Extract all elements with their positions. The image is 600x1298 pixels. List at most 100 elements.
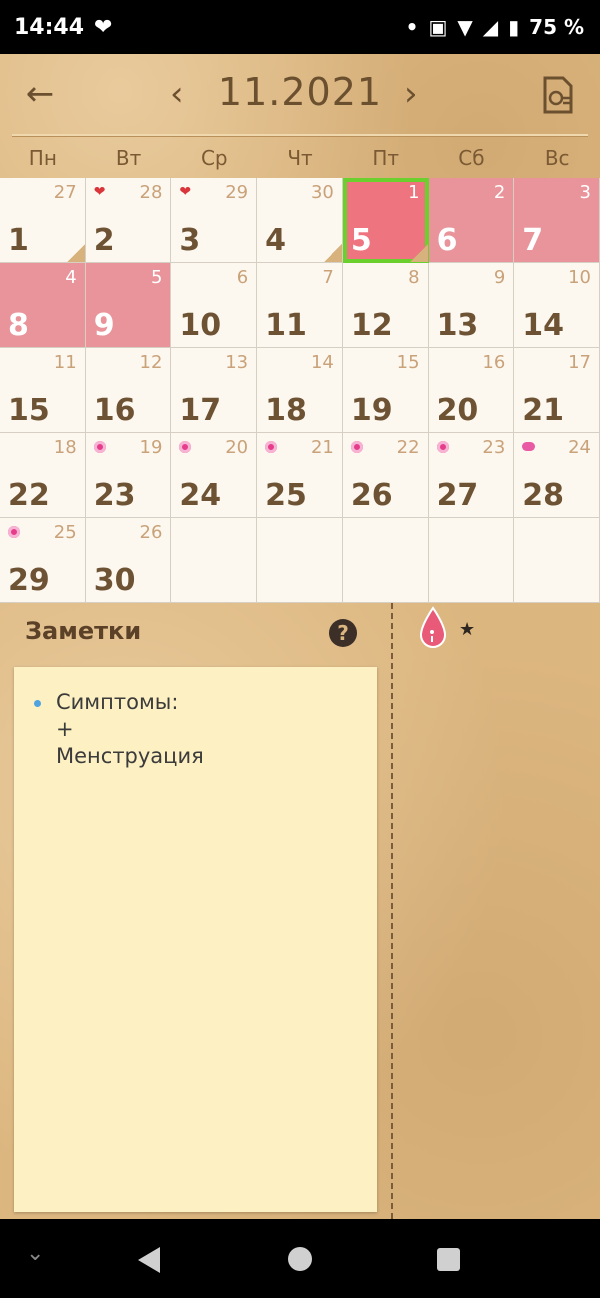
cycle-day: 19 [139,437,163,458]
battery-icon: ▮ [508,15,520,39]
ovulation-icon [522,442,536,451]
day-number: 10 [179,308,222,343]
day-number: 28 [522,478,565,513]
calendar-day[interactable]: 11 15 [0,348,86,433]
nav-home-button[interactable] [288,1247,312,1271]
day-number: 13 [436,308,479,343]
status-bar: 14:44 ❤ • ▣ ▼ ◢ ▮ 75 % [0,0,600,54]
calendar-day[interactable]: 9 13 [428,263,515,348]
day-number: 7 [522,223,544,258]
heart-icon: ❤ [93,184,106,200]
day-number: 6 [436,223,458,258]
calendar-day[interactable]: 21 25 [257,433,343,518]
calendar-day[interactable]: 8 12 [342,263,429,348]
cycle-day: 29 [225,182,249,203]
star-icon[interactable]: ★ [459,619,475,640]
calendar-day[interactable]: 22 26 [342,433,429,518]
note-corner-icon [66,244,85,262]
calendar-day[interactable]: 23 27 [428,433,515,518]
empty-cell [514,518,600,603]
calendar-day[interactable]: 27 1 [0,178,86,263]
calendar-day-selected[interactable]: 15 [342,178,429,263]
day-number: 8 [8,308,29,343]
weekday-label: Ср [200,146,228,170]
calendar-grid: 27 1 ❤ 28 2 ❤ 29 3 30 4 15 26 37 48 59 6 10 7 11… [0,178,600,603]
calendar-day[interactable]: ❤ 28 2 [85,178,172,263]
calendar-day[interactable]: 30 4 [257,178,343,263]
note-card[interactable]: Симптомы: + Менструация [14,667,377,1212]
cycle-day: 4 [65,267,77,288]
notes-panel: Заметки ? ★ Симптомы: + Менструация [0,603,600,1219]
heart-icon: ❤ [94,14,113,40]
cycle-day: 30 [310,182,334,203]
flower-icon [8,526,20,538]
calendar-day-period[interactable]: 26 [428,178,515,263]
day-number: 5 [350,223,372,258]
cycle-day: 8 [408,267,420,288]
cycle-day: 11 [53,352,77,373]
nav-back-button[interactable] [138,1247,160,1273]
calendar-day[interactable]: 17 21 [514,348,600,433]
calendar-day[interactable]: 14 18 [257,348,343,433]
calendar-day[interactable]: 15 19 [342,348,429,433]
calendar-day[interactable]: 13 17 [171,348,258,433]
cycle-day: 1 [408,182,420,203]
flower-icon [436,441,449,453]
nfc-icon: ▣ [428,15,448,39]
wifi-icon: ▼ [457,15,473,39]
day-number: 26 [350,478,393,513]
calendar-day-period[interactable]: 48 [0,263,86,348]
bullet [34,700,41,707]
calendar-day[interactable]: 6 10 [171,263,258,348]
day-number: 2 [93,223,115,258]
day-number: 14 [522,308,565,343]
hide-nav-icon[interactable]: ⌄ [26,1241,44,1266]
empty-cell [257,518,343,603]
day-number: 21 [522,393,565,428]
nav-recents-button[interactable] [437,1248,460,1271]
cycle-day: 24 [568,437,591,458]
day-number: 19 [350,393,393,428]
calendar-day[interactable]: 16 20 [428,348,515,433]
cycle-day: 26 [139,522,163,543]
flower-icon [93,441,106,453]
day-number: 27 [436,478,479,513]
note-corner-icon [323,244,342,262]
cycle-day: 25 [53,522,77,543]
calendar-day[interactable]: 25 29 [0,518,86,603]
dot-icon: • [405,15,419,39]
signal-icon: ◢ [482,15,499,39]
calendar-day-period[interactable]: 37 [514,178,600,263]
weekday-label: Чт [287,146,313,170]
calendar-day[interactable]: 7 11 [257,263,343,348]
heart-icon: ❤ [179,184,192,200]
calendar-day[interactable]: ❤ 29 3 [171,178,258,263]
calendar-day[interactable]: 10 14 [514,263,600,348]
calendar-day-period[interactable]: 59 [85,263,172,348]
system-nav-bar: ⌄ [0,1219,600,1298]
weekday-label: Пн [28,146,57,170]
help-icon[interactable]: ? [329,619,357,647]
header-divider [12,134,588,136]
calendar-day[interactable]: 18 22 [0,433,86,518]
status-time: 14:44 [14,14,85,40]
calendar-day[interactable]: 20 24 [171,433,258,518]
cycle-day: 15 [396,352,420,373]
calendar-day[interactable]: 24 28 [514,433,600,518]
calendar-day[interactable]: 12 16 [85,348,172,433]
next-month-button[interactable]: › [404,76,418,112]
weekday-label: Пт [372,146,400,170]
cycle-day: 12 [139,352,163,373]
weekday-row: Пн Вт Ср Чт Пт Сб Вс [0,138,600,178]
cycle-day: 7 [322,267,334,288]
weekday-label: Сб [458,146,485,170]
cycle-day: 10 [568,267,591,288]
empty-cell [171,518,258,603]
flower-icon [179,441,192,453]
cycle-day: 17 [568,352,591,373]
calendar-day[interactable]: 19 23 [85,433,172,518]
calendar-day[interactable]: 26 30 [85,518,172,603]
document-settings-icon[interactable] [541,76,575,114]
blood-drop-icon[interactable] [418,605,448,649]
cycle-day: 2 [493,182,506,203]
